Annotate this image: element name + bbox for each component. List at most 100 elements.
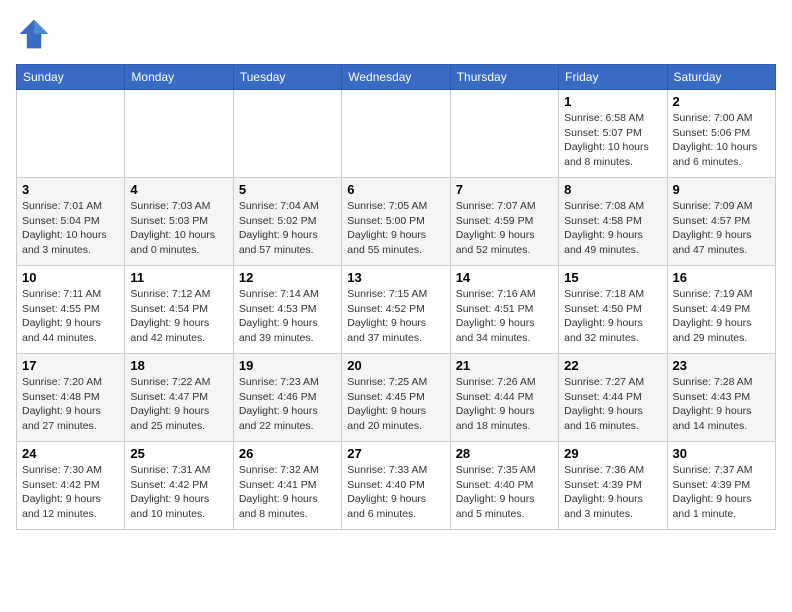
day-info: Sunrise: 7:20 AM Sunset: 4:48 PM Dayligh… (22, 375, 119, 434)
calendar-cell: 14 Sunrise: 7:16 AM Sunset: 4:51 PM Dayli… (450, 266, 558, 354)
day-number: 27 (347, 446, 444, 461)
day-number: 12 (239, 270, 336, 285)
day-number: 7 (456, 182, 553, 197)
weekday-header: Saturday (667, 65, 775, 90)
day-info: Sunrise: 7:18 AM Sunset: 4:50 PM Dayligh… (564, 287, 661, 346)
calendar: SundayMondayTuesdayWednesdayThursdayFrid… (16, 64, 776, 530)
calendar-cell: 23 Sunrise: 7:28 AM Sunset: 4:43 PM Dayli… (667, 354, 775, 442)
day-info: Sunrise: 7:16 AM Sunset: 4:51 PM Dayligh… (456, 287, 553, 346)
calendar-cell: 26 Sunrise: 7:32 AM Sunset: 4:41 PM Dayli… (233, 442, 341, 530)
calendar-cell: 17Sunrise: 7:20 AM Sunset: 4:48 PM Dayli… (17, 354, 125, 442)
calendar-cell: 1Sunrise: 6:58 AM Sunset: 5:07 PM Daylig… (559, 90, 667, 178)
day-number: 19 (239, 358, 336, 373)
day-info: Sunrise: 7:04 AM Sunset: 5:02 PM Dayligh… (239, 199, 336, 258)
weekday-header: Friday (559, 65, 667, 90)
day-info: Sunrise: 7:36 AM Sunset: 4:39 PM Dayligh… (564, 463, 661, 522)
calendar-cell (17, 90, 125, 178)
calendar-week-row: 10 Sunrise: 7:11 AM Sunset: 4:55 PM Dayli… (17, 266, 776, 354)
day-info: Sunrise: 7:14 AM Sunset: 4:53 PM Dayligh… (239, 287, 336, 346)
day-number: 11 (130, 270, 227, 285)
calendar-cell: 5 Sunrise: 7:04 AM Sunset: 5:02 PM Daylig… (233, 178, 341, 266)
calendar-cell: 9Sunrise: 7:09 AM Sunset: 4:57 PM Daylig… (667, 178, 775, 266)
day-info: Sunrise: 7:03 AM Sunset: 5:03 PM Dayligh… (130, 199, 227, 258)
calendar-cell (342, 90, 450, 178)
calendar-cell: 7 Sunrise: 7:07 AM Sunset: 4:59 PM Daylig… (450, 178, 558, 266)
header (16, 16, 776, 52)
day-number: 26 (239, 446, 336, 461)
day-number: 28 (456, 446, 553, 461)
calendar-cell: 2 Sunrise: 7:00 AM Sunset: 5:06 PM Daylig… (667, 90, 775, 178)
day-info: Sunrise: 7:33 AM Sunset: 4:40 PM Dayligh… (347, 463, 444, 522)
day-number: 6 (347, 182, 444, 197)
calendar-cell: 3 Sunrise: 7:01 AM Sunset: 5:04 PM Daylig… (17, 178, 125, 266)
day-number: 16 (673, 270, 770, 285)
calendar-cell: 22 Sunrise: 7:27 AM Sunset: 4:44 PM Dayli… (559, 354, 667, 442)
calendar-cell: 21Sunrise: 7:26 AM Sunset: 4:44 PM Dayli… (450, 354, 558, 442)
day-info: Sunrise: 7:25 AM Sunset: 4:45 PM Dayligh… (347, 375, 444, 434)
day-number: 21 (456, 358, 553, 373)
day-number: 18 (130, 358, 227, 373)
day-number: 1 (564, 94, 661, 109)
day-info: Sunrise: 7:19 AM Sunset: 4:49 PM Dayligh… (673, 287, 770, 346)
calendar-cell: 30 Sunrise: 7:37 AM Sunset: 4:39 PM Dayli… (667, 442, 775, 530)
weekday-header: Thursday (450, 65, 558, 90)
calendar-cell (233, 90, 341, 178)
weekday-header-row: SundayMondayTuesdayWednesdayThursdayFrid… (17, 65, 776, 90)
day-info: Sunrise: 7:15 AM Sunset: 4:52 PM Dayligh… (347, 287, 444, 346)
day-info: Sunrise: 7:09 AM Sunset: 4:57 PM Dayligh… (673, 199, 770, 258)
calendar-week-row: 17Sunrise: 7:20 AM Sunset: 4:48 PM Dayli… (17, 354, 776, 442)
calendar-cell: 12 Sunrise: 7:14 AM Sunset: 4:53 PM Dayli… (233, 266, 341, 354)
calendar-cell: 29 Sunrise: 7:36 AM Sunset: 4:39 PM Dayli… (559, 442, 667, 530)
calendar-week-row: 3 Sunrise: 7:01 AM Sunset: 5:04 PM Daylig… (17, 178, 776, 266)
day-info: Sunrise: 7:27 AM Sunset: 4:44 PM Dayligh… (564, 375, 661, 434)
day-number: 3 (22, 182, 119, 197)
day-info: Sunrise: 7:37 AM Sunset: 4:39 PM Dayligh… (673, 463, 770, 522)
calendar-cell: 25Sunrise: 7:31 AM Sunset: 4:42 PM Dayli… (125, 442, 233, 530)
day-number: 14 (456, 270, 553, 285)
day-info: Sunrise: 7:12 AM Sunset: 4:54 PM Dayligh… (130, 287, 227, 346)
day-number: 15 (564, 270, 661, 285)
calendar-cell: 19Sunrise: 7:23 AM Sunset: 4:46 PM Dayli… (233, 354, 341, 442)
weekday-header: Wednesday (342, 65, 450, 90)
day-info: Sunrise: 7:30 AM Sunset: 4:42 PM Dayligh… (22, 463, 119, 522)
calendar-cell (125, 90, 233, 178)
day-number: 22 (564, 358, 661, 373)
day-info: Sunrise: 7:28 AM Sunset: 4:43 PM Dayligh… (673, 375, 770, 434)
calendar-cell: 10 Sunrise: 7:11 AM Sunset: 4:55 PM Dayli… (17, 266, 125, 354)
calendar-cell: 20 Sunrise: 7:25 AM Sunset: 4:45 PM Dayli… (342, 354, 450, 442)
day-info: Sunrise: 7:32 AM Sunset: 4:41 PM Dayligh… (239, 463, 336, 522)
day-number: 29 (564, 446, 661, 461)
day-number: 10 (22, 270, 119, 285)
calendar-cell: 18 Sunrise: 7:22 AM Sunset: 4:47 PM Dayli… (125, 354, 233, 442)
day-info: Sunrise: 7:08 AM Sunset: 4:58 PM Dayligh… (564, 199, 661, 258)
day-info: Sunrise: 7:00 AM Sunset: 5:06 PM Dayligh… (673, 111, 770, 170)
calendar-week-row: 1Sunrise: 6:58 AM Sunset: 5:07 PM Daylig… (17, 90, 776, 178)
logo (16, 16, 56, 52)
day-info: Sunrise: 7:07 AM Sunset: 4:59 PM Dayligh… (456, 199, 553, 258)
day-info: Sunrise: 7:22 AM Sunset: 4:47 PM Dayligh… (130, 375, 227, 434)
day-info: Sunrise: 7:01 AM Sunset: 5:04 PM Dayligh… (22, 199, 119, 258)
day-number: 2 (673, 94, 770, 109)
day-number: 30 (673, 446, 770, 461)
day-number: 20 (347, 358, 444, 373)
day-number: 24 (22, 446, 119, 461)
calendar-cell: 27 Sunrise: 7:33 AM Sunset: 4:40 PM Dayli… (342, 442, 450, 530)
calendar-week-row: 24 Sunrise: 7:30 AM Sunset: 4:42 PM Dayli… (17, 442, 776, 530)
weekday-header: Sunday (17, 65, 125, 90)
logo-icon (16, 16, 52, 52)
calendar-cell: 13Sunrise: 7:15 AM Sunset: 4:52 PM Dayli… (342, 266, 450, 354)
day-info: Sunrise: 7:35 AM Sunset: 4:40 PM Dayligh… (456, 463, 553, 522)
calendar-cell: 15 Sunrise: 7:18 AM Sunset: 4:50 PM Dayli… (559, 266, 667, 354)
weekday-header: Monday (125, 65, 233, 90)
day-number: 5 (239, 182, 336, 197)
day-number: 23 (673, 358, 770, 373)
day-info: Sunrise: 7:11 AM Sunset: 4:55 PM Dayligh… (22, 287, 119, 346)
calendar-cell: 28 Sunrise: 7:35 AM Sunset: 4:40 PM Dayli… (450, 442, 558, 530)
day-number: 25 (130, 446, 227, 461)
calendar-cell: 24 Sunrise: 7:30 AM Sunset: 4:42 PM Dayli… (17, 442, 125, 530)
day-number: 4 (130, 182, 227, 197)
calendar-cell (450, 90, 558, 178)
calendar-cell: 16 Sunrise: 7:19 AM Sunset: 4:49 PM Dayli… (667, 266, 775, 354)
calendar-cell: 4 Sunrise: 7:03 AM Sunset: 5:03 PM Daylig… (125, 178, 233, 266)
calendar-cell: 11 Sunrise: 7:12 AM Sunset: 4:54 PM Dayli… (125, 266, 233, 354)
